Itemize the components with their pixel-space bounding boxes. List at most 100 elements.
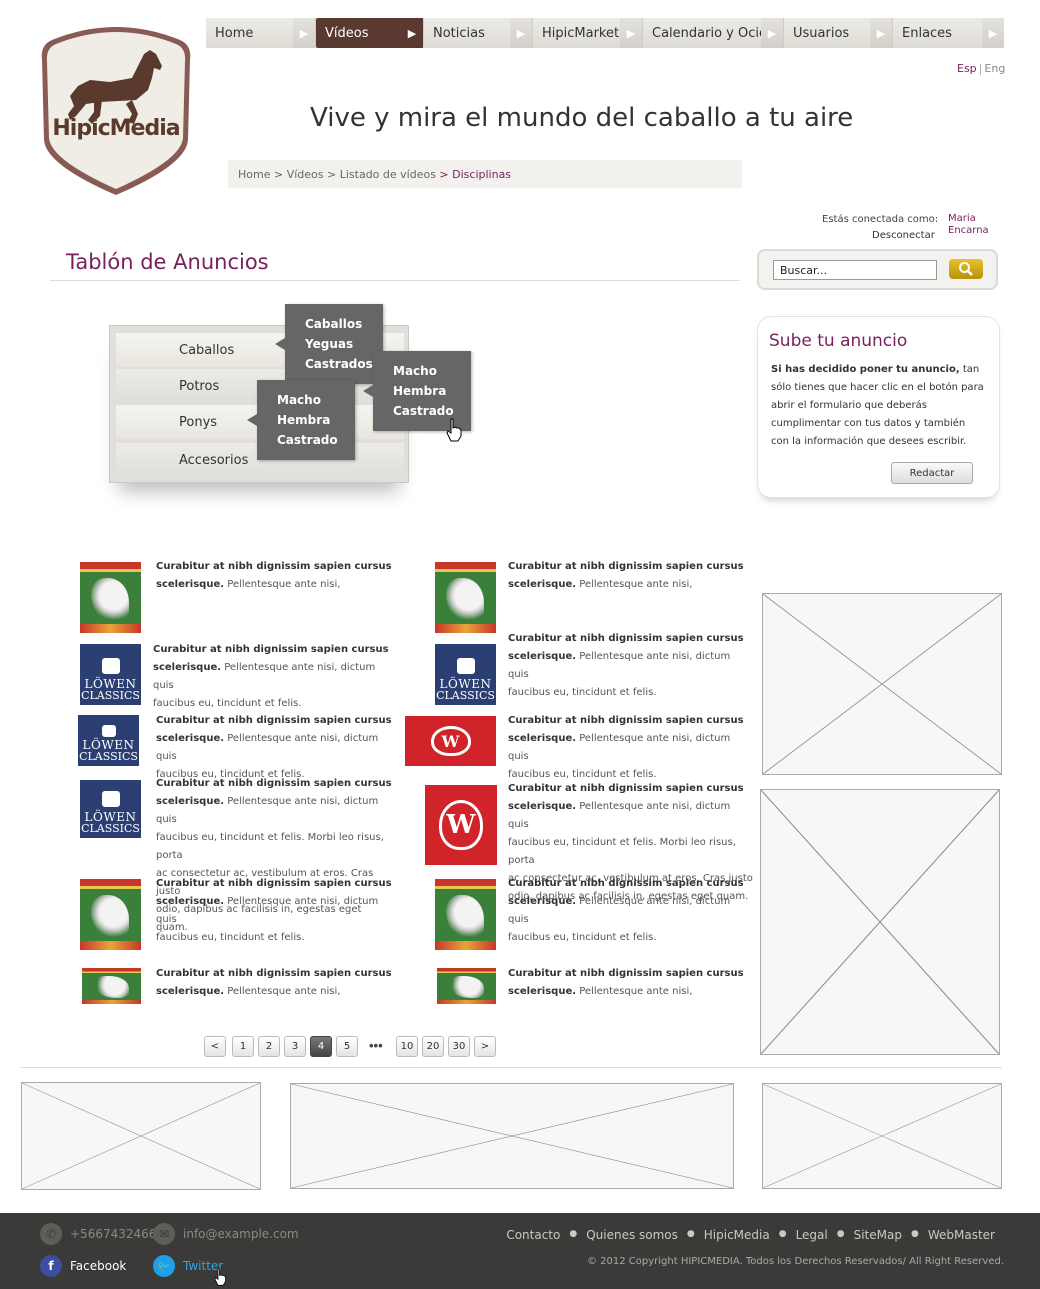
nav-enlaces[interactable]: Enlaces ▶ (893, 18, 1004, 48)
listing-bold: scelerisque. (508, 801, 577, 812)
ad-placeholder[interactable] (762, 593, 1002, 775)
page-prev-button[interactable]: < (204, 1036, 226, 1057)
page-button[interactable]: 20 (422, 1036, 444, 1057)
listing-title: Curabitur at nibh dignissim sapien cursu… (508, 715, 744, 726)
nav-noticias-label: Noticias (433, 25, 485, 41)
listing-text: Pellentesque ante nisi, (224, 986, 341, 997)
footer-link-contacto[interactable]: Contacto (506, 1228, 560, 1242)
footer-link-quienes[interactable]: Quienes somos (586, 1228, 678, 1242)
twitter-link[interactable]: 🐦 Twitter (153, 1255, 223, 1277)
footer-link-webmaster[interactable]: WebMaster (928, 1228, 995, 1242)
play-arrow-icon: ▶ (982, 18, 1004, 48)
breadcrumb-videos[interactable]: Vídeos (287, 168, 324, 181)
popup-caballos: Caballos Yeguas Castrados (275, 304, 383, 384)
listing-text: faucibus eu, tincidunt et felis. (508, 687, 657, 698)
logo-text: CLASSICS (79, 750, 138, 763)
horse-thumbnail (437, 968, 496, 1004)
facebook-icon: f (40, 1255, 62, 1277)
listing-title: Curabitur at nibh dignissim sapien cursu… (508, 561, 744, 572)
w-brand-thumbnail: W (425, 785, 497, 865)
listing-title: Curabitur at nibh dignissim sapien cursu… (156, 778, 392, 789)
listing-bold: scelerisque. (508, 896, 577, 907)
ad-placeholder[interactable] (21, 1082, 261, 1190)
nav-calendario[interactable]: Calendario y Ocio ▶ (643, 18, 784, 48)
popup-item-hembra[interactable]: Hembra (393, 381, 451, 401)
horse-thumbnail (435, 879, 496, 950)
listing-bold: scelerisque. (153, 662, 222, 673)
page-button[interactable]: 10 (396, 1036, 418, 1057)
lang-divider: | (978, 62, 983, 75)
nav-usuarios[interactable]: Usuarios ▶ (784, 18, 893, 48)
popup-item-caballos[interactable]: Caballos (305, 314, 363, 334)
crest-icon (101, 725, 116, 737)
page-button[interactable]: 2 (258, 1036, 280, 1057)
listing-text: faucibus eu, tincidunt et felis. (508, 932, 657, 943)
footer-bullet: ● (686, 1229, 695, 1239)
page-button[interactable]: 5 (336, 1036, 358, 1057)
nav-noticias[interactable]: Noticias ▶ (424, 18, 533, 48)
logout-link[interactable]: Desconectar (872, 230, 935, 241)
footer-email[interactable]: ✉ info@example.com (153, 1223, 299, 1245)
page-button[interactable]: 3 (284, 1036, 306, 1057)
hipicmedia-logo[interactable]: HipicMedia (40, 20, 192, 196)
logo-text: CLASSICS (81, 689, 140, 702)
search-button[interactable] (949, 259, 983, 279)
post-ad-body: tan sólo tienes que hacer clic en el bot… (771, 364, 984, 447)
w-logo-text: W (430, 726, 471, 756)
breadcrumb-sep: > (439, 168, 449, 181)
nav-home[interactable]: Home ▶ (206, 18, 316, 48)
search-box (757, 249, 998, 290)
facebook-link[interactable]: f Facebook (40, 1255, 126, 1277)
listing-bold: scelerisque. (508, 651, 577, 662)
breadcrumb-listado[interactable]: Listado de vídeos (340, 168, 436, 181)
placeholder-cross-icon (763, 594, 1001, 774)
breadcrumb-home[interactable]: Home (238, 168, 270, 181)
play-arrow-icon: ▶ (870, 18, 892, 48)
post-ad-text: Si has decidido poner tu anuncio, tan só… (771, 361, 986, 451)
page-button[interactable]: 1 (232, 1036, 254, 1057)
popup-item-castrados[interactable]: Castrados (305, 354, 373, 374)
listing-title: Curabitur at nibh dignissim sapien cursu… (508, 968, 744, 979)
page-button-active[interactable]: 4 (310, 1036, 332, 1057)
placeholder-cross-icon (763, 1084, 1001, 1188)
lowen-thumbnail: LÖWEN CLASSICS (80, 644, 141, 705)
nav-videos[interactable]: Vídeos ▶ (316, 18, 424, 48)
footer-link-sitemap[interactable]: SiteMap (854, 1228, 902, 1242)
popup-item-yeguas[interactable]: Yeguas (305, 334, 363, 354)
popup-ponys: Macho Hembra Castrado (247, 380, 355, 460)
listing-text: faucibus eu, tincidunt et felis. (156, 932, 305, 943)
facebook-label: Facebook (70, 1259, 127, 1273)
ad-placeholder[interactable] (760, 789, 1000, 1055)
listing-title: Curabitur at nibh dignissim sapien cursu… (508, 783, 744, 794)
listing-text: Pellentesque ante nisi, (576, 986, 693, 997)
ad-placeholder[interactable] (762, 1083, 1002, 1189)
breadcrumb-sep: > (327, 168, 337, 181)
popup-item-hembra[interactable]: Hembra (277, 410, 335, 430)
popup-item-macho[interactable]: Macho (393, 361, 451, 381)
ad-placeholder[interactable] (290, 1083, 734, 1189)
lang-eng[interactable]: Eng (984, 62, 1005, 75)
nav-hipicmarket[interactable]: HipicMarket ▶ (533, 18, 643, 48)
redactar-button[interactable]: Redactar (891, 462, 973, 484)
listing-bold: scelerisque. (156, 796, 225, 807)
popup-item-macho[interactable]: Macho (277, 390, 335, 410)
listing-title: Curabitur at nibh dignissim sapien cursu… (156, 715, 392, 726)
page-next-button[interactable]: > (474, 1036, 496, 1057)
listing-title: Curabitur at nibh dignissim sapien cursu… (153, 644, 389, 655)
w-logo-text: W (439, 800, 483, 850)
listing-title: Curabitur at nibh dignissim sapien cursu… (508, 878, 744, 889)
search-input[interactable] (773, 260, 937, 280)
user-name-link[interactable]: Maria Encarna (948, 213, 998, 237)
copyright: © 2012 Copyright HIPICMEDIA. Todos los D… (586, 1256, 1004, 1267)
crest-icon (101, 658, 120, 674)
page-button[interactable]: 30 (448, 1036, 470, 1057)
lang-esp[interactable]: Esp (957, 62, 977, 75)
popup-item-castrado[interactable]: Castrado (393, 401, 454, 421)
popup-item-castrado[interactable]: Castrado (277, 430, 338, 450)
listing-bold: scelerisque. (156, 896, 225, 907)
play-arrow-icon: ▶ (510, 18, 532, 48)
footer-link-legal[interactable]: Legal (796, 1228, 828, 1242)
play-arrow-icon: ▶ (761, 18, 783, 48)
footer-link-hipicmedia[interactable]: HipicMedia (704, 1228, 770, 1242)
play-arrow-icon: ▶ (620, 18, 642, 48)
